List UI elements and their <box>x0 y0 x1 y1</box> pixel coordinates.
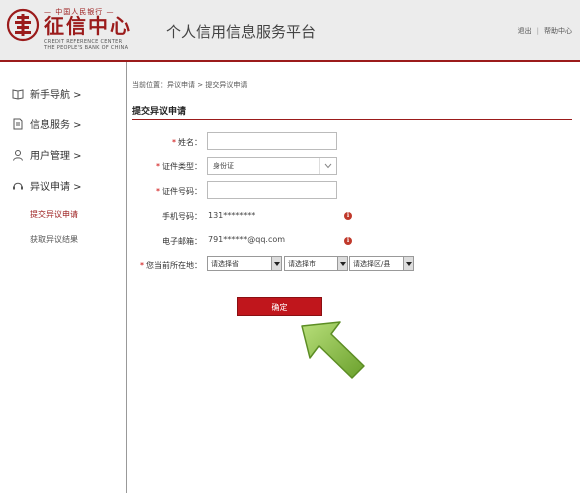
headset-icon <box>13 182 23 189</box>
header: — 中国人民银行 — 征信中心 CREDIT REFERENCE CENTER … <box>0 0 580 60</box>
green-arrow-icon <box>301 321 365 379</box>
required-mark: * <box>156 162 160 171</box>
breadcrumb: 当前位置：异议申请 > 提交异议申请 <box>132 81 248 89</box>
logo-english-line2: THE PEOPLE'S BANK OF CHINA <box>44 45 129 51</box>
sidebar-item-objection-application[interactable]: 异议申请 > <box>12 178 82 193</box>
phone-value: 131******** <box>208 211 256 220</box>
info-icon[interactable]: i <box>344 212 352 220</box>
sidebar-item-user-management[interactable]: 用户管理 > <box>12 147 82 162</box>
email-value: 791******@qq.com <box>208 235 286 244</box>
required-mark: * <box>172 138 176 147</box>
info-icon[interactable]: i <box>344 237 352 245</box>
province-select[interactable]: 请选择省 <box>207 256 282 271</box>
caret-down-icon <box>337 257 347 270</box>
sidebar-item-label: 信息服务 > <box>30 120 82 131</box>
name-label: * 姓名： <box>172 138 202 147</box>
district-select[interactable]: 请选择区/县 <box>349 256 414 271</box>
caret-down-icon <box>403 257 413 270</box>
id-type-label: * 证件类型： <box>156 162 202 171</box>
title-divider <box>132 119 572 120</box>
link-separator: | <box>536 27 539 35</box>
submit-button[interactable]: 确定 <box>237 297 322 316</box>
sidebar-subitem-get-objection-result[interactable]: 获取异议结果 <box>30 234 78 245</box>
city-select[interactable]: 请选择市 <box>284 256 348 271</box>
sidebar-divider <box>126 62 127 493</box>
logout-link[interactable]: 退出 <box>518 27 532 35</box>
logo-title: 征信中心 <box>44 14 132 38</box>
page-title: 提交异议申请 <box>132 107 187 117</box>
top-links: 退出 | 帮助中心 <box>518 26 572 36</box>
district-value: 请选择区/县 <box>353 260 391 268</box>
email-label: 电子邮箱： <box>162 237 202 246</box>
name-input[interactable] <box>207 132 337 150</box>
id-number-label: * 证件号码： <box>156 187 202 196</box>
city-value: 请选择市 <box>288 260 316 268</box>
credit-center-emblem-icon <box>6 8 40 42</box>
caret-down-icon <box>271 257 281 270</box>
id-type-value: 身份证 <box>213 162 234 170</box>
id-type-select[interactable]: 身份证 <box>207 157 337 175</box>
sidebar-item-label: 异议申请 > <box>30 182 82 193</box>
sidebar-item-label: 用户管理 > <box>30 151 82 162</box>
chevron-down-icon <box>319 158 336 174</box>
logo: — 中国人民银行 — 征信中心 CREDIT REFERENCE CENTER … <box>6 6 130 54</box>
user-icon <box>13 149 23 161</box>
province-value: 请选择省 <box>211 260 239 268</box>
required-mark: * <box>140 261 144 270</box>
document-icon <box>13 118 23 129</box>
book-icon <box>12 88 24 100</box>
location-label: * 您当前所在地： <box>140 261 202 270</box>
platform-title: 个人信用信息服务平台 <box>166 23 317 41</box>
phone-label: 手机号码： <box>162 212 202 221</box>
required-mark: * <box>156 187 160 196</box>
help-center-link[interactable]: 帮助中心 <box>544 27 572 35</box>
sidebar-item-beginner-guide[interactable]: 新手导航 > <box>12 86 82 101</box>
sidebar-item-info-service[interactable]: 信息服务 > <box>12 116 82 131</box>
id-number-input[interactable] <box>207 181 337 199</box>
sidebar-item-label: 新手导航 > <box>30 90 82 101</box>
sidebar-subitem-submit-objection[interactable]: 提交异议申请 <box>30 209 78 220</box>
